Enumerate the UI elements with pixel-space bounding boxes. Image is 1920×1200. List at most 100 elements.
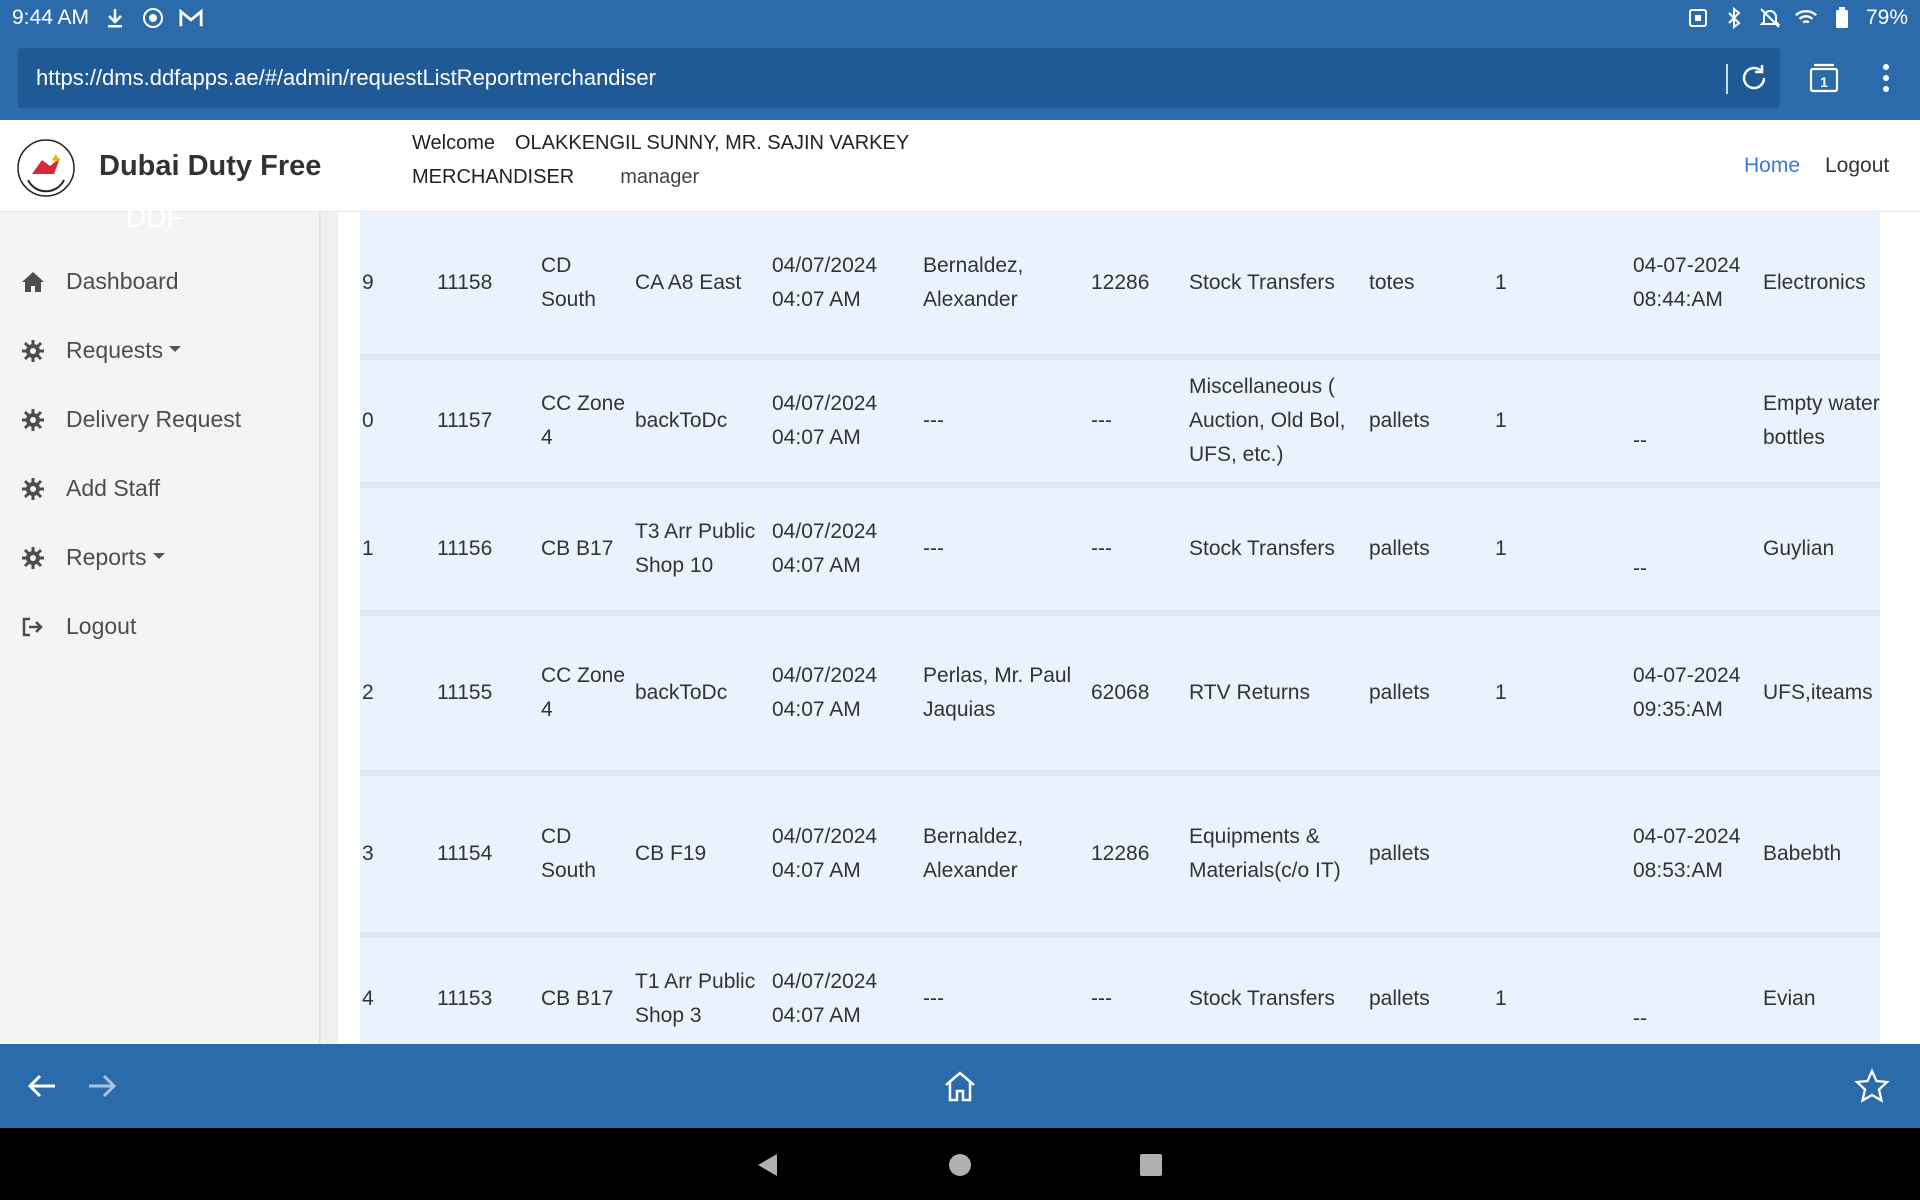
cell-request-id: 11156 bbox=[437, 537, 493, 560]
tabs-icon: 1 bbox=[1809, 63, 1839, 93]
cell-unit: pallets bbox=[1369, 987, 1430, 1010]
caret-down-icon bbox=[152, 552, 165, 559]
arrow-right-icon bbox=[89, 1074, 117, 1098]
sidebar-item-reports[interactable]: Reports bbox=[20, 544, 165, 571]
menu-button[interactable] bbox=[1866, 58, 1906, 98]
cell-remarks: Guylian bbox=[1763, 537, 1835, 560]
cell-staff-no: --- bbox=[1091, 987, 1112, 1010]
cell-qty: 1 bbox=[1495, 681, 1507, 704]
cell-remarks: Babebth bbox=[1763, 842, 1842, 865]
system-recents-button[interactable] bbox=[1134, 1148, 1168, 1182]
cell-unit: pallets bbox=[1369, 681, 1430, 704]
cell-driver: Bernaldez, Alexander bbox=[923, 254, 1024, 311]
url-field[interactable]: https://dms.ddfapps.ae/#/admin/requestLi… bbox=[18, 48, 1780, 108]
sidebar-item-dashboard[interactable]: Dashboard bbox=[20, 268, 179, 295]
table-row[interactable]: 3 11154 CD South CB F19 04/07/2024 04:07… bbox=[360, 776, 1880, 938]
cell-staff-no: --- bbox=[1091, 409, 1112, 432]
sidebar-scrollbar[interactable] bbox=[320, 212, 338, 1044]
cell-request-id: 11157 bbox=[437, 409, 493, 432]
table-row[interactable]: 4 11153 CB B17 T1 Arr Public Shop 3 04/0… bbox=[360, 938, 1880, 1044]
mute-icon bbox=[1758, 6, 1782, 30]
gear-icon bbox=[20, 476, 46, 502]
cell-from: CB B17 bbox=[541, 537, 614, 560]
cell-delivered: -- bbox=[1633, 429, 1647, 452]
cell-driver: Perlas, Mr. Paul Jaquias bbox=[923, 664, 1072, 721]
sidebar-item-requests[interactable]: Requests bbox=[20, 337, 182, 364]
cell-remarks: UFS,iteams bbox=[1763, 681, 1873, 704]
cell-from: CD South bbox=[541, 254, 596, 311]
cell-remarks: Electronics bbox=[1763, 271, 1866, 294]
battery-level: 79% bbox=[1865, 6, 1908, 29]
nfc-icon bbox=[1686, 6, 1710, 30]
cell-driver: --- bbox=[923, 987, 944, 1010]
cell-created: 04/07/2024 04:07 AM bbox=[772, 520, 878, 577]
sign-out-icon bbox=[20, 614, 46, 640]
reload-icon bbox=[1742, 65, 1766, 90]
square-recents-icon bbox=[1140, 1154, 1162, 1176]
table-row[interactable]: 1 11156 CB B17 T3 Arr Public Shop 10 04/… bbox=[360, 488, 1880, 616]
cell-created: 04/07/2024 04:07 AM bbox=[772, 664, 878, 721]
sidebar-item-delivery-request[interactable]: Delivery Request bbox=[20, 406, 241, 433]
cell-qty: 1 bbox=[1495, 409, 1507, 432]
reload-button[interactable] bbox=[1734, 58, 1774, 98]
cell-from: CB B17 bbox=[541, 987, 614, 1010]
tabs-button[interactable]: 1 bbox=[1804, 58, 1844, 98]
request-table: 9 11158 CD South CA A8 East 04/07/2024 0… bbox=[338, 212, 1920, 1044]
back-button[interactable] bbox=[20, 1064, 64, 1108]
brand-name: Dubai Duty Free bbox=[99, 150, 322, 182]
cell-to: backToDc bbox=[635, 681, 728, 704]
cell-request-id: 11153 bbox=[437, 987, 493, 1010]
cell-to: CB F19 bbox=[635, 842, 707, 865]
clock: 9:44 AM bbox=[12, 6, 90, 29]
cell-to: T3 Arr Public Shop 10 bbox=[635, 520, 756, 577]
nav-logout-link[interactable]: Logout bbox=[1825, 154, 1889, 178]
sidebar-ghost-text: DDF bbox=[126, 202, 184, 233]
home-outline-icon bbox=[945, 1071, 975, 1102]
caret-down-icon bbox=[169, 345, 182, 352]
bookmark-button[interactable] bbox=[1850, 1064, 1894, 1108]
gmail-icon bbox=[179, 6, 203, 30]
welcome-label: Welcome bbox=[412, 132, 495, 154]
cell-staff-no: 12286 bbox=[1091, 271, 1150, 294]
role-line: MERCHANDISER manager bbox=[412, 166, 699, 189]
cell-from: CC Zone 4 bbox=[541, 392, 626, 449]
sidebar-item-label: Requests bbox=[66, 337, 164, 363]
user-name: OLAKKENGIL SUNNY, MR. SAJIN VARKEY bbox=[515, 132, 910, 154]
cell-delivered: 04-07-2024 08:53:AM bbox=[1633, 825, 1741, 882]
gear-icon bbox=[20, 545, 46, 571]
cell-remarks: Evian bbox=[1763, 987, 1816, 1010]
bluetooth-icon bbox=[1722, 6, 1746, 30]
sidebar-item-logout[interactable]: Logout bbox=[20, 613, 136, 640]
cell-staff-no: --- bbox=[1091, 537, 1112, 560]
cell-created: 04/07/2024 04:07 AM bbox=[772, 254, 878, 311]
status-bar: 9:44 AM 79% bbox=[0, 0, 1920, 36]
table-row[interactable]: 0 11157 CC Zone 4 backToDc 04/07/2024 04… bbox=[360, 360, 1880, 488]
sidebar-item-label: Dashboard bbox=[66, 268, 179, 294]
system-home-button[interactable] bbox=[943, 1148, 977, 1182]
system-back-button[interactable] bbox=[750, 1148, 784, 1182]
cell-index: 0 bbox=[362, 409, 374, 432]
cell-type: Stock Transfers bbox=[1189, 271, 1335, 294]
ddf-logo bbox=[14, 136, 78, 200]
home-button[interactable] bbox=[938, 1064, 982, 1108]
browser-toolbar: https://dms.ddfapps.ae/#/admin/requestLi… bbox=[0, 36, 1920, 120]
app-header: Dubai Duty Free Welcome OLAKKENGIL SUNNY… bbox=[0, 120, 1920, 212]
sidebar-item-add-staff[interactable]: Add Staff bbox=[20, 475, 160, 502]
forward-button[interactable] bbox=[80, 1064, 124, 1108]
download-icon bbox=[103, 6, 127, 30]
cell-index: 1 bbox=[362, 537, 374, 560]
sidebar-item-label: Delivery Request bbox=[66, 406, 242, 432]
cell-driver: Bernaldez, Alexander bbox=[923, 825, 1024, 882]
star-icon bbox=[1854, 1068, 1890, 1103]
nav-home-link[interactable]: Home bbox=[1744, 154, 1800, 178]
cell-delivered: 04-07-2024 08:44:AM bbox=[1633, 254, 1741, 311]
cell-type: Stock Transfers bbox=[1189, 987, 1335, 1010]
table-row[interactable]: 9 11158 CD South CA A8 East 04/07/2024 0… bbox=[360, 212, 1880, 360]
table-row[interactable]: 2 11155 CC Zone 4 backToDc 04/07/2024 04… bbox=[360, 616, 1880, 776]
welcome-line: Welcome OLAKKENGIL SUNNY, MR. SAJIN VARK… bbox=[412, 132, 909, 155]
cell-delivered: -- bbox=[1633, 557, 1647, 580]
cell-index: 2 bbox=[362, 681, 374, 704]
cell-qty: 1 bbox=[1495, 537, 1507, 560]
cell-unit: totes bbox=[1369, 271, 1415, 294]
cell-type: Stock Transfers bbox=[1189, 537, 1335, 560]
